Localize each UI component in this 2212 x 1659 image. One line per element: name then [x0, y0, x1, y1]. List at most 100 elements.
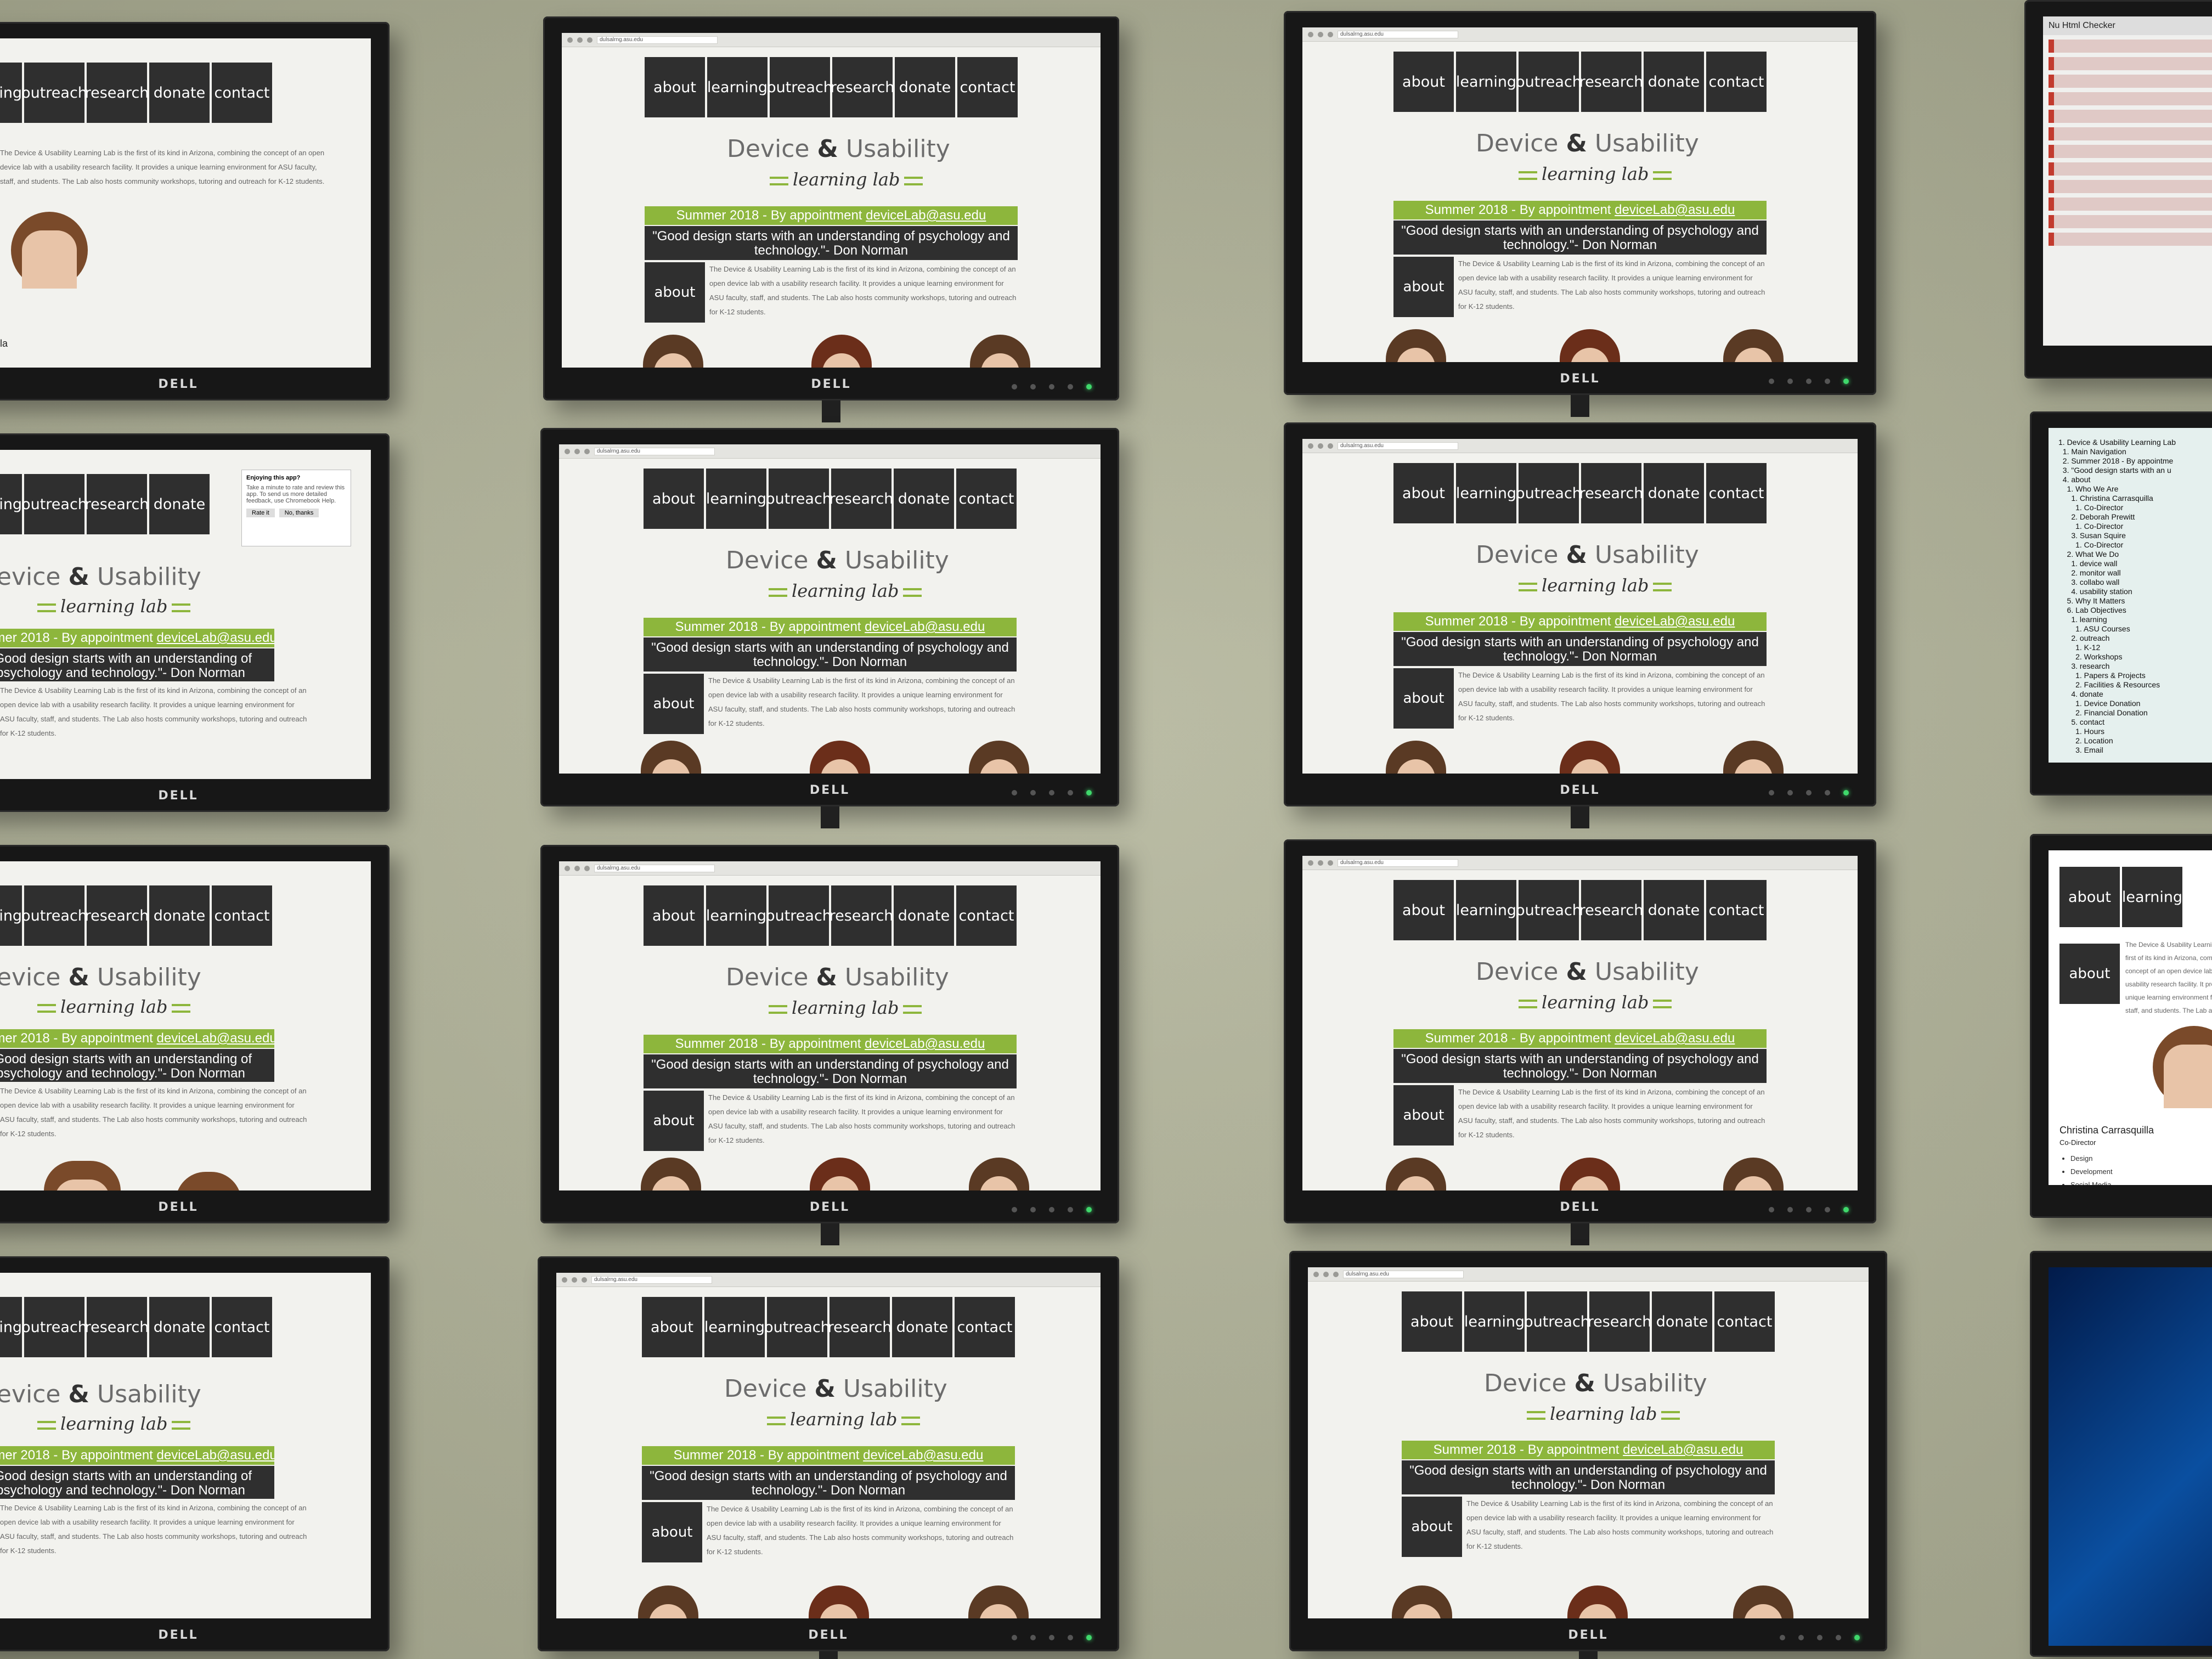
window-control-icon[interactable]	[567, 37, 573, 43]
nav-outreach[interactable]: outreach	[767, 57, 833, 117]
nav-learning[interactable]: learning	[706, 469, 766, 529]
nav-research[interactable]: research	[1579, 880, 1643, 940]
window-control-icon[interactable]	[565, 448, 570, 454]
nav-donate[interactable]: donate	[895, 57, 955, 117]
monitor-button-icon[interactable]	[1787, 1207, 1793, 1212]
monitor-button-icon[interactable]	[1030, 384, 1036, 390]
nav-about[interactable]: about	[644, 469, 704, 529]
nav-contact[interactable]: contact	[1706, 52, 1767, 112]
address-bar[interactable]: dulsalrng.asu.edu	[1338, 442, 1458, 450]
nav-learning[interactable]: learning	[704, 1297, 765, 1357]
nav-about[interactable]: about	[1402, 1291, 1462, 1352]
nav-learning[interactable]: learning	[707, 57, 768, 117]
nav-donate[interactable]: donate	[892, 1297, 952, 1357]
nav-outreach[interactable]: outreach	[1516, 463, 1582, 523]
nav-outreach[interactable]: outreach	[21, 1297, 87, 1357]
nav-learning[interactable]: learning	[0, 474, 22, 534]
nav-learning[interactable]: learning	[706, 885, 766, 946]
monitor-button-icon[interactable]	[1806, 790, 1812, 795]
nav-learning[interactable]: learning	[0, 63, 22, 123]
monitor-button-icon[interactable]	[1049, 790, 1054, 795]
nav-research[interactable]: research	[831, 57, 894, 117]
nav-research[interactable]: research	[85, 1297, 149, 1357]
window-control-icon[interactable]	[574, 448, 580, 454]
monitor-button-icon[interactable]	[1836, 1635, 1841, 1640]
nav-learning[interactable]: learning	[1464, 1291, 1525, 1352]
nav-donate[interactable]: donate	[1644, 463, 1704, 523]
nav-about[interactable]: about	[2059, 867, 2120, 927]
monitor-button-icon[interactable]	[1012, 1207, 1017, 1212]
monitor-button-icon[interactable]	[1769, 1207, 1774, 1212]
nav-outreach[interactable]: outreach	[21, 63, 87, 123]
window-control-icon[interactable]	[1308, 31, 1313, 37]
window-control-icon[interactable]	[562, 1277, 567, 1283]
power-led-icon[interactable]	[1086, 790, 1092, 795]
window-control-icon[interactable]	[587, 37, 592, 43]
monitor-button-icon[interactable]	[1049, 1635, 1054, 1640]
nav-contact[interactable]: contact	[1706, 880, 1767, 940]
window-control-icon[interactable]	[1328, 443, 1333, 449]
nav-donate[interactable]: donate	[894, 885, 954, 946]
monitor-button-icon[interactable]	[1798, 1635, 1804, 1640]
window-control-icon[interactable]	[584, 865, 590, 871]
nav-contact[interactable]: contact	[1706, 463, 1767, 523]
window-control-icon[interactable]	[577, 37, 583, 43]
nav-learning[interactable]: learning	[2122, 867, 2182, 927]
nav-outreach[interactable]: outreach	[1524, 1291, 1590, 1352]
nav-research[interactable]: research	[1579, 52, 1643, 112]
nav-outreach[interactable]: outreach	[21, 474, 87, 534]
window-control-icon[interactable]	[1318, 860, 1323, 866]
address-bar[interactable]: dulsalrng.asu.edu	[594, 864, 715, 872]
nav-learning[interactable]: learning	[1456, 463, 1516, 523]
nav-contact[interactable]: contact	[956, 885, 1017, 946]
monitor-button-icon[interactable]	[1780, 1635, 1785, 1640]
window-control-icon[interactable]	[582, 1277, 587, 1283]
email-link[interactable]: deviceLab@asu.edu	[1623, 1442, 1743, 1457]
email-link[interactable]: deviceLab@asu.edu	[1615, 1031, 1735, 1046]
no-thanks-button[interactable]: No, thanks	[279, 509, 319, 517]
power-led-icon[interactable]	[1086, 1635, 1092, 1640]
nav-donate[interactable]: donate	[149, 885, 210, 946]
power-led-icon[interactable]	[1086, 1207, 1092, 1212]
monitor-button-icon[interactable]	[1787, 790, 1793, 795]
address-bar[interactable]: dulsalrng.asu.edu	[1338, 859, 1458, 867]
nav-donate[interactable]: donate	[149, 1297, 210, 1357]
monitor-button-icon[interactable]	[1825, 1207, 1830, 1212]
monitor-button-icon[interactable]	[1030, 1207, 1036, 1212]
monitor-button-icon[interactable]	[1012, 1635, 1017, 1640]
nav-research[interactable]: research	[1588, 1291, 1651, 1352]
nav-outreach[interactable]: outreach	[766, 885, 832, 946]
nav-research[interactable]: research	[1579, 463, 1643, 523]
nav-about[interactable]: about	[645, 57, 705, 117]
nav-outreach[interactable]: outreach	[764, 1297, 830, 1357]
monitor-button-icon[interactable]	[1068, 1635, 1073, 1640]
monitor-button-icon[interactable]	[1030, 1635, 1036, 1640]
address-bar[interactable]: dulsalrng.asu.edu	[1338, 30, 1458, 38]
window-control-icon[interactable]	[1308, 860, 1313, 866]
window-control-icon[interactable]	[1333, 1271, 1339, 1277]
nav-research[interactable]: research	[85, 885, 149, 946]
nav-research[interactable]: research	[828, 1297, 891, 1357]
monitor-button-icon[interactable]	[1049, 384, 1054, 390]
monitor-button-icon[interactable]	[1825, 379, 1830, 384]
monitor-button-icon[interactable]	[1012, 790, 1017, 795]
power-led-icon[interactable]	[1086, 384, 1092, 390]
monitor-button-icon[interactable]	[1806, 1207, 1812, 1212]
nav-research[interactable]: research	[830, 469, 893, 529]
nav-contact[interactable]: contact	[212, 1297, 272, 1357]
email-link[interactable]: deviceLab@asu.edu	[157, 630, 274, 645]
nav-contact[interactable]: contact	[955, 1297, 1015, 1357]
power-led-icon[interactable]	[1843, 790, 1849, 795]
nav-donate[interactable]: donate	[1644, 880, 1704, 940]
window-control-icon[interactable]	[1308, 443, 1313, 449]
nav-learning[interactable]: learning	[1456, 880, 1516, 940]
email-link[interactable]: deviceLab@asu.edu	[865, 619, 985, 634]
window-control-icon[interactable]	[1328, 31, 1333, 37]
nav-contact[interactable]: contact	[1714, 1291, 1775, 1352]
nav-contact[interactable]: contact	[956, 469, 1017, 529]
nav-contact[interactable]: contact	[212, 885, 272, 946]
monitor-button-icon[interactable]	[1769, 379, 1774, 384]
nav-donate[interactable]: donate	[1652, 1291, 1712, 1352]
nav-research[interactable]: research	[85, 474, 149, 534]
monitor-button-icon[interactable]	[1787, 379, 1793, 384]
